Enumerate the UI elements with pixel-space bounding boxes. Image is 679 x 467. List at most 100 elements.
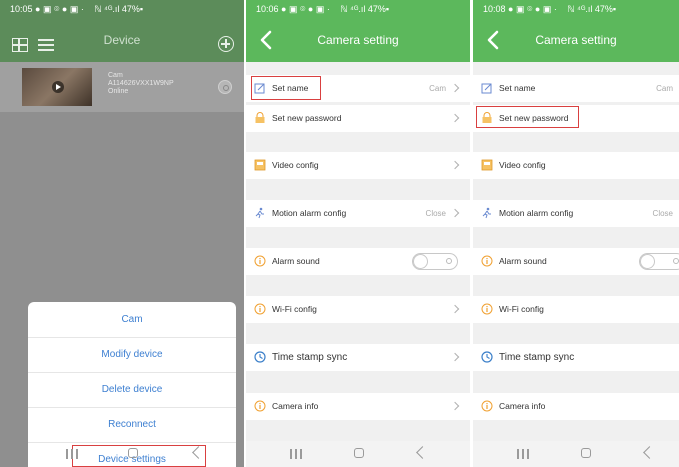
status-bar: 10:05 ● ▣ ⌾ ● ▣ · ℕ ⁴ᴳ.ıl 47%▪	[0, 0, 244, 18]
camera-setting-top-bar: Camera setting	[473, 18, 679, 62]
video-icon	[481, 159, 493, 171]
status-right: ℕ ⁴ᴳ.ıl 47%▪	[340, 4, 390, 14]
info-icon	[254, 400, 266, 412]
home-icon[interactable]	[128, 448, 138, 458]
row-label: Time stamp sync	[272, 352, 348, 363]
recent-apps-icon[interactable]	[517, 449, 529, 459]
recent-apps-icon[interactable]	[290, 449, 302, 459]
clock-icon	[254, 351, 266, 363]
status-bar: 10:08 ● ▣ ⌾ ● ▣ · ℕ ⁴ᴳ.ıl 47%▪	[473, 0, 679, 18]
page-title: Camera setting	[535, 33, 617, 47]
status-right: ℕ ⁴ᴳ.ıl 47%▪	[94, 4, 144, 14]
row-video-config[interactable]: Video config	[473, 152, 679, 179]
row-motion-alarm-config[interactable]: Motion alarm config Close	[473, 200, 679, 227]
settings-icon[interactable]	[218, 80, 232, 94]
status-right: ℕ ⁴ᴳ.ıl 47%▪	[567, 4, 617, 14]
motion-icon	[482, 207, 491, 219]
chevron-right-icon	[450, 401, 460, 411]
nav-back-icon[interactable]	[416, 446, 429, 459]
row-value: Close	[425, 209, 446, 218]
row-camera-info[interactable]: Camera info	[246, 393, 470, 420]
row-label: Set name	[499, 83, 536, 93]
row-label: Video config	[499, 160, 546, 170]
highlight-box	[476, 106, 579, 128]
device-uid: A114626VXX1W9NP	[108, 80, 174, 87]
chevron-right-icon	[450, 304, 460, 314]
device-status: Online	[108, 88, 129, 95]
sheet-item-cam[interactable]: Cam	[28, 302, 236, 338]
row-label: Alarm sound	[499, 256, 547, 266]
row-value: Cam	[429, 84, 446, 93]
row-wifi-config[interactable]: Wi-Fi config	[473, 296, 679, 323]
device-name: Cam	[108, 72, 123, 79]
status-bar: 10:06 ● ▣ ⌾ ● ▣ · ℕ ⁴ᴳ.ıl 47%▪	[246, 0, 470, 18]
system-nav-bar	[473, 441, 679, 467]
status-indicators: ● ▣ ⌾ ● ▣ ·	[35, 4, 84, 14]
row-label: Video config	[272, 160, 319, 170]
add-icon[interactable]	[218, 36, 234, 52]
row-label: Wi-Fi config	[499, 304, 544, 314]
home-icon[interactable]	[354, 448, 364, 458]
recent-apps-icon[interactable]	[66, 449, 78, 459]
system-nav-bar	[0, 441, 244, 467]
edit-icon	[481, 83, 492, 94]
camera-setting-screen: 10:06 ● ▣ ⌾ ● ▣ · ℕ ⁴ᴳ.ıl 47%▪ Camera se…	[246, 0, 470, 467]
camera-thumbnail[interactable]	[22, 68, 92, 106]
row-label: Camera info	[272, 401, 319, 411]
camera-setting-top-bar: Camera setting	[246, 18, 470, 62]
info-icon	[481, 303, 493, 315]
chevron-right-icon	[450, 208, 460, 218]
row-camera-info[interactable]: Camera info	[473, 393, 679, 420]
system-nav-bar	[246, 441, 470, 467]
video-icon	[254, 159, 266, 171]
device-top-bar: Device	[0, 18, 244, 62]
row-label: Motion alarm config	[272, 208, 347, 218]
highlight-box	[251, 76, 321, 100]
nav-back-icon[interactable]	[643, 446, 656, 459]
row-value: Close	[652, 209, 673, 218]
device-card[interactable]: Cam A114626VXX1W9NP Online	[0, 62, 244, 112]
row-label: Camera info	[499, 401, 546, 411]
chevron-right-icon	[450, 83, 460, 93]
chevron-right-icon	[450, 160, 460, 170]
lock-icon	[255, 112, 265, 123]
row-motion-alarm-config[interactable]: Motion alarm config Close	[246, 200, 470, 227]
page-title: Camera setting	[317, 33, 399, 47]
camera-setting-screen-2: 10:08 ● ▣ ⌾ ● ▣ · ℕ ⁴ᴳ.ıl 47%▪ Camera se…	[473, 0, 679, 467]
row-label: Motion alarm config	[499, 208, 574, 218]
nav-back-icon[interactable]	[192, 446, 205, 459]
info-icon	[481, 255, 493, 267]
status-indicators: ● ▣ ⌾ ● ▣ ·	[281, 4, 330, 14]
row-alarm-sound: Alarm sound	[246, 248, 470, 275]
row-time-stamp-sync[interactable]: Time stamp sync	[473, 344, 679, 371]
info-icon	[254, 255, 266, 267]
status-time: 10:06	[256, 4, 279, 14]
row-value: Cam	[656, 84, 673, 93]
sheet-item-reconnect[interactable]: Reconnect	[28, 407, 236, 443]
row-video-config[interactable]: Video config	[246, 152, 470, 179]
clock-icon	[481, 351, 493, 363]
status-time: 10:08	[483, 4, 506, 14]
sheet-item-delete-device[interactable]: Delete device	[28, 372, 236, 408]
chevron-right-icon	[450, 352, 460, 362]
row-set-new-password[interactable]: Set new password	[246, 105, 470, 132]
info-icon	[254, 303, 266, 315]
row-set-name[interactable]: Set name Cam	[473, 75, 679, 102]
chevron-right-icon	[450, 113, 460, 123]
alarm-sound-toggle[interactable]	[412, 253, 458, 270]
row-label: Wi-Fi config	[272, 304, 317, 314]
device-info: Cam A114626VXX1W9NP Online	[108, 72, 174, 96]
info-icon	[481, 400, 493, 412]
row-label: Time stamp sync	[499, 352, 575, 363]
play-icon[interactable]	[52, 81, 64, 93]
row-time-stamp-sync[interactable]: Time stamp sync	[246, 344, 470, 371]
motion-icon	[255, 207, 264, 219]
alarm-sound-toggle[interactable]	[639, 253, 679, 270]
sheet-item-modify-device[interactable]: Modify device	[28, 337, 236, 373]
status-indicators: ● ▣ ⌾ ● ▣ ·	[508, 4, 557, 14]
row-alarm-sound: Alarm sound	[473, 248, 679, 275]
device-screen: 10:05 ● ▣ ⌾ ● ▣ · ℕ ⁴ᴳ.ıl 47%▪ Device Ca…	[0, 0, 244, 467]
row-wifi-config[interactable]: Wi-Fi config	[246, 296, 470, 323]
row-label: Set new password	[272, 113, 342, 123]
home-icon[interactable]	[581, 448, 591, 458]
